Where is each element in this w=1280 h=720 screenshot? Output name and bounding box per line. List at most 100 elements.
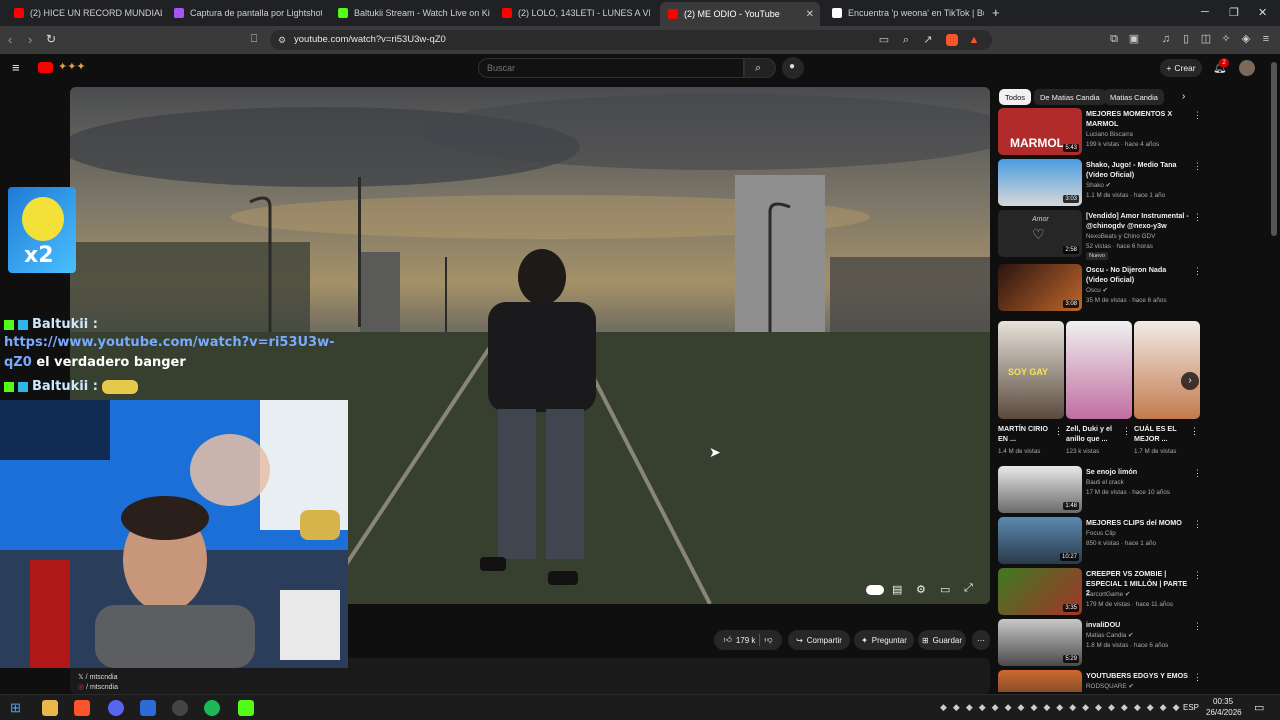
video-title[interactable]: [Vendido] Amor Instrumental - @chinogdv … <box>1086 211 1190 230</box>
more-options-icon[interactable]: ⋮ <box>1122 426 1131 437</box>
channel-name[interactable]: RODSQUARE ✔ <box>1086 683 1134 690</box>
save-button[interactable]: ⊞ Guardar <box>918 630 966 650</box>
more-options-icon[interactable]: ⋮ <box>1193 266 1202 277</box>
more-options-icon[interactable]: ⋮ <box>1193 570 1202 581</box>
video-thumbnail[interactable]: 3:08 <box>998 264 1082 311</box>
share-icon[interactable]: ↗ <box>922 34 934 46</box>
share-button[interactable]: ↪ Compartir <box>788 630 850 650</box>
search-button[interactable]: ⌕ <box>744 58 776 78</box>
list-item[interactable]: 3:03 Shako, Jugo! - Medio Tana (Video Of… <box>998 159 1208 207</box>
video-title[interactable]: invaliDOU <box>1086 620 1190 630</box>
list-item[interactable]: MARMOL 5:43 MEJORES MOMENTOS X MARMOL Lu… <box>998 108 1208 156</box>
channel-name[interactable]: Luciano Biscarra <box>1086 131 1133 138</box>
tab-1[interactable]: (2) HICE UN RECORD MUNDIAL EN M <box>6 3 162 23</box>
avatar[interactable] <box>1239 60 1255 76</box>
kick-app-icon[interactable] <box>238 700 254 716</box>
list-item[interactable]: Amor ♡ 2:58 [Vendido] Amor Instrumental … <box>998 210 1208 260</box>
short-title[interactable]: CUÁL ES EL MEJOR ... <box>1134 424 1188 443</box>
discord-icon[interactable] <box>108 700 124 716</box>
cast-icon[interactable]: ▭ <box>878 34 890 46</box>
site-info-icon[interactable]: ⚙ <box>276 34 288 46</box>
hamburger-menu-icon[interactable]: ≡ <box>12 60 20 75</box>
input-language[interactable]: ESP <box>1183 703 1199 712</box>
voice-search-button[interactable]: ● <box>782 57 804 79</box>
settings-icon[interactable]: ⚙ <box>916 583 926 596</box>
video-title[interactable]: Se enojo limón <box>1086 467 1190 477</box>
more-options-icon[interactable]: ⋮ <box>1193 621 1202 632</box>
video-thumbnail[interactable]: 3:03 <box>998 159 1082 206</box>
list-item[interactable]: 3:35 CREEPER VS ZOMBIE | ESPECIAL 1 MILL… <box>998 568 1208 616</box>
reload-icon[interactable]: ↻ <box>46 32 56 46</box>
brave-icon[interactable] <box>74 700 90 716</box>
search-box[interactable] <box>478 58 744 78</box>
more-options-icon[interactable]: ⋮ <box>1193 519 1202 530</box>
short-title[interactable]: MARTÍN CIRIO EN ... <box>998 424 1052 443</box>
video-thumbnail[interactable]: 3:35 <box>998 568 1082 615</box>
subtitles-icon[interactable]: ▤ <box>892 583 902 596</box>
forward-icon[interactable]: › <box>28 32 32 47</box>
channel-name[interactable]: Bauti el crack <box>1086 479 1124 486</box>
dislike-button[interactable]: 👎︎ <box>764 635 772 645</box>
tab-3[interactable]: Baltukii Stream - Watch Live on Kick <box>330 3 490 23</box>
more-options-icon[interactable]: ⋮ <box>1193 672 1202 683</box>
video-thumbnail[interactable]: MARMOL 5:43 <box>998 108 1082 155</box>
back-icon[interactable]: ‹ <box>8 32 12 47</box>
more-options-icon[interactable]: ⋮ <box>1054 426 1063 437</box>
notification-center-icon[interactable]: ▭ <box>1254 701 1264 714</box>
menu-icon[interactable]: ≡ <box>1260 33 1272 45</box>
chevron-right-icon[interactable]: › <box>1182 91 1185 102</box>
vpn-icon[interactable]: ◈ <box>1240 33 1252 45</box>
close-window-icon[interactable]: ✕ <box>1258 6 1267 19</box>
scrollbar-thumb[interactable] <box>1271 62 1277 236</box>
list-item[interactable]: 5:29 invaliDOU Matias Candia ✔ 1.8 M de … <box>998 619 1208 667</box>
video-title[interactable]: MEJORES MOMENTOS X MARMOL <box>1086 109 1190 128</box>
doodle-logo-icon[interactable]: ✦✦✦ <box>58 60 88 74</box>
channel-name[interactable]: Oscu ✔ <box>1086 287 1108 294</box>
short-thumbnail[interactable] <box>1066 321 1132 419</box>
short-thumbnail[interactable]: SOY GAY <box>998 321 1064 419</box>
bookmark-icon[interactable]: ⎕ <box>248 33 260 45</box>
list-item[interactable]: 1:48 Se enojo limón Bauti el crack 17 M … <box>998 466 1208 514</box>
more-options-icon[interactable]: ⋮ <box>1190 426 1199 437</box>
more-actions-button[interactable]: ⋯ <box>972 630 990 650</box>
miniplayer-icon[interactable]: ▭ <box>940 583 950 596</box>
tab-2[interactable]: Captura de pantalla por Lightshot <box>166 3 322 23</box>
like-button[interactable]: 👍︎ 179 k <box>723 635 755 645</box>
new-tab-button[interactable]: + <box>992 5 1000 20</box>
channel-name[interactable]: NexoBeats y Chino GDV <box>1086 233 1155 240</box>
minimize-icon[interactable]: ─ <box>1201 6 1209 18</box>
chevron-right-icon[interactable]: › <box>1181 372 1199 390</box>
create-button[interactable]: + Crear <box>1160 59 1202 77</box>
brave-rewards-icon[interactable]: ▲ <box>968 34 980 46</box>
clock-time[interactable]: 00:35 <box>1213 697 1233 706</box>
system-tray-icons[interactable]: ◆◆◆◆◆◆◆◆◆◆◆◆◆◆◆◆◆◆◆ <box>940 702 1186 713</box>
url-field[interactable]: ⚙ youtube.com/watch?v=ri53U3w-qZ0 ▭ ⌕ ↗ … <box>270 30 992 50</box>
chip-related[interactable]: Matias Candia <box>1104 89 1164 105</box>
wallet-icon[interactable]: ◫ <box>1200 33 1212 45</box>
autoplay-toggle[interactable] <box>866 585 884 595</box>
short-title[interactable]: Zell, Duki y el anillo que ... <box>1066 424 1120 443</box>
video-title[interactable]: MEJORES CLIPS del MOMO <box>1086 518 1190 528</box>
chat-link[interactable]: https://www.youtube.com/watch?v=ri53U3w- <box>4 335 335 350</box>
chat-link-tail[interactable]: qZ0 <box>4 355 32 370</box>
more-options-icon[interactable]: ⋮ <box>1193 161 1202 172</box>
fullscreen-icon[interactable]: ⤢ <box>964 582 973 595</box>
video-title[interactable]: Oscu - No Dijeron Nada (Video Oficial) <box>1086 265 1190 284</box>
close-icon[interactable]: ✕ <box>806 9 814 20</box>
extensions-icon[interactable]: ⧉ <box>1108 33 1120 45</box>
list-item[interactable]: 10:27 MEJORES CLIPS del MOMO Focus Clip … <box>998 517 1208 565</box>
ask-button[interactable]: ✦ Preguntar <box>854 630 914 650</box>
clock-date[interactable]: 26/4/2026 <box>1206 708 1242 717</box>
leo-icon[interactable]: ✧ <box>1220 33 1232 45</box>
channel-name[interactable]: Shako ✔ <box>1086 182 1111 189</box>
channel-name[interactable]: Matias Candia ✔ <box>1086 632 1133 639</box>
search-input[interactable] <box>487 63 727 73</box>
brave-shield-icon[interactable] <box>946 34 958 46</box>
obs-icon[interactable] <box>172 700 188 716</box>
music-icon[interactable]: ♫ <box>1160 33 1172 45</box>
short-thumbnail[interactable] <box>1134 321 1200 419</box>
sidebar-icon[interactable]: ▯ <box>1180 33 1192 45</box>
channel-name[interactable]: ZarcortGame ✔ <box>1086 591 1130 598</box>
more-options-icon[interactable]: ⋮ <box>1193 468 1202 479</box>
file-explorer-icon[interactable] <box>42 700 58 716</box>
